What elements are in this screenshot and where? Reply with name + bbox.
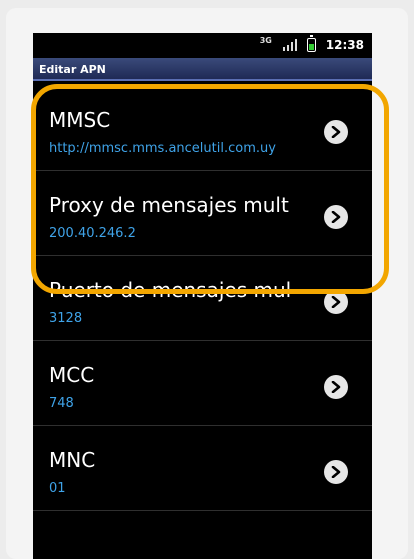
chevron-right-icon[interactable] bbox=[324, 460, 348, 484]
list-item-mmsc[interactable]: MMSC http://mmsc.mms.ancelutil.com.uy bbox=[33, 86, 372, 171]
list-item-value: 200.40.246.2 bbox=[49, 226, 136, 241]
list-item-title: MNC bbox=[49, 448, 96, 472]
settings-list: MMSC http://mmsc.mms.ancelutil.com.uy Pr… bbox=[33, 86, 372, 511]
status-bar: 3G 12:38 bbox=[33, 33, 372, 58]
list-item-value: 748 bbox=[49, 396, 74, 411]
clock: 12:38 bbox=[325, 38, 364, 52]
list-item-mms-port[interactable]: Puerto de mensajes mul 3128 bbox=[33, 256, 372, 341]
chevron-right-icon[interactable] bbox=[324, 120, 348, 144]
page-title: Editar APN bbox=[39, 63, 106, 76]
chevron-right-icon[interactable] bbox=[324, 205, 348, 229]
list-item-title: Proxy de mensajes mult bbox=[49, 193, 289, 217]
phone-screen: 3G 12:38 Editar APN MMSC http://mmsc.mms… bbox=[33, 33, 372, 559]
battery-icon bbox=[306, 35, 316, 52]
chevron-right-icon[interactable] bbox=[324, 290, 348, 314]
list-item-mms-proxy[interactable]: Proxy de mensajes mult 200.40.246.2 bbox=[33, 171, 372, 256]
list-item-value: http://mmsc.mms.ancelutil.com.uy bbox=[49, 141, 276, 156]
list-item-title: MCC bbox=[49, 363, 95, 387]
signal-icon bbox=[282, 39, 297, 51]
list-item-mcc[interactable]: MCC 748 bbox=[33, 341, 372, 426]
list-item-value: 01 bbox=[49, 481, 66, 496]
list-item-title: Puerto de mensajes mul bbox=[49, 278, 292, 302]
network-3g-icon: 3G bbox=[259, 36, 272, 45]
list-item-title: MMSC bbox=[49, 108, 111, 132]
list-item-mnc[interactable]: MNC 01 bbox=[33, 426, 372, 511]
title-bar: Editar APN bbox=[33, 58, 372, 81]
chevron-right-icon[interactable] bbox=[324, 375, 348, 399]
list-item-value: 3128 bbox=[49, 311, 83, 326]
